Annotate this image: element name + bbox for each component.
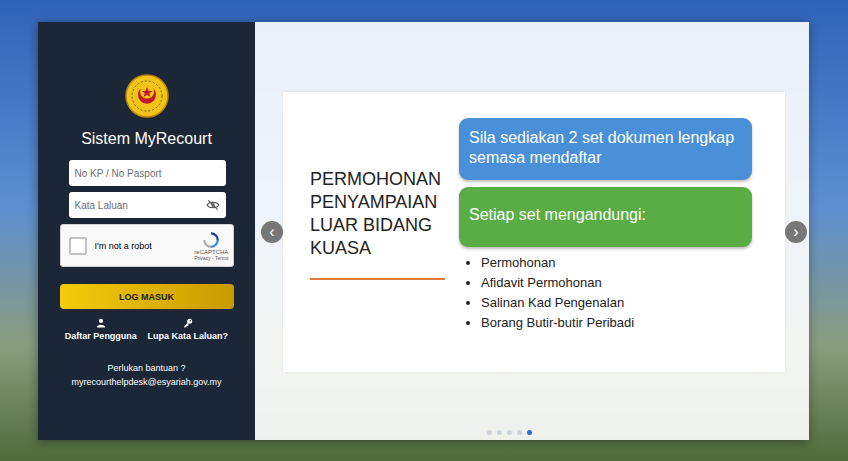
login-field[interactable] [69, 160, 226, 186]
carousel-dot[interactable] [507, 430, 512, 435]
recaptcha-icon [202, 231, 220, 249]
recaptcha-links[interactable]: Privacy - Terms [194, 255, 228, 261]
login-field[interactable] [69, 192, 226, 218]
court-logo-icon [125, 74, 169, 118]
carousel-dot[interactable] [517, 430, 522, 435]
title-underline [310, 278, 445, 280]
login-form: I'm not a robot reCAPTCHAPrivacy - Terms L… [60, 160, 234, 341]
next-button[interactable]: › [785, 221, 807, 243]
login-frame: Sistem MyRecourt I'm not a robot reCAPTCHA… [38, 22, 808, 440]
document-item: Permohonan [481, 253, 752, 273]
app-title: Sistem MyRecourt [81, 130, 212, 148]
text-input[interactable] [75, 200, 206, 211]
document-item: Borang Butir-butir Peribadi [481, 313, 752, 333]
prev-button[interactable]: ‹ [261, 221, 283, 243]
document-item: Afidavit Permohonan [481, 273, 752, 293]
recaptcha-name: reCAPTCHA [194, 249, 228, 255]
text-input[interactable] [75, 168, 220, 179]
carousel-dot[interactable] [527, 430, 532, 435]
slide-title-column: PERMOHONAN PENYAMPAIAN LUAR BIDANG KUASA [310, 118, 455, 372]
eye-slash-icon[interactable] [206, 198, 220, 212]
document-item: Salinan Kad Pengenalan [481, 293, 752, 313]
slide-title: PERMOHONAN PENYAMPAIAN LUAR BIDANG KUASA [310, 168, 455, 260]
recaptcha-box: I'm not a robot reCAPTCHAPrivacy - Terms [60, 224, 234, 267]
slide-card: PERMOHONAN PENYAMPAIAN LUAR BIDANG KUASA… [283, 92, 785, 372]
notice-box: Sila sediakan 2 set dokumen lengkap sema… [459, 118, 752, 180]
key-icon [183, 318, 193, 328]
slide-content: Sila sediakan 2 set dokumen lengkap sema… [459, 118, 752, 372]
document-list: PermohonanAfidavit PermohonanSalinan Kad… [459, 253, 752, 333]
login-link[interactable]: Lupa Kata Laluan? [148, 318, 229, 341]
carousel-dot[interactable] [497, 430, 502, 435]
carousel: ‹PERMOHONAN PENYAMPAIAN LUAR BIDANG KUAS… [255, 22, 809, 440]
carousel-dots [261, 430, 807, 435]
login-link[interactable]: Daftar Pengguna [65, 318, 137, 341]
login-page: Sistem MyRecourt I'm not a robot reCAPTCHA… [0, 0, 848, 461]
carousel-dot[interactable] [487, 430, 492, 435]
login-links: Daftar Pengguna Lupa Kata Laluan? [60, 318, 234, 341]
help-text: Perlukan bantuan ? [107, 363, 185, 373]
login-panel: Sistem MyRecourt I'm not a robot reCAPTCHA… [38, 22, 255, 440]
recaptcha-checkbox[interactable] [69, 237, 87, 255]
recaptcha-label: I'm not a robot [95, 241, 187, 251]
help-email[interactable]: myrecourthelpdesk@esyariah.gov.my [71, 377, 221, 387]
recaptcha-brand: reCAPTCHAPrivacy - Terms [194, 231, 228, 261]
link-label: Lupa Kata Laluan? [148, 331, 229, 341]
link-label: Daftar Pengguna [65, 331, 137, 341]
login-button[interactable]: LOG MASUK [60, 284, 234, 309]
carousel-row: ‹PERMOHONAN PENYAMPAIAN LUAR BIDANG KUAS… [261, 92, 807, 372]
heading-box: Setiap set mengandungi: [459, 187, 752, 247]
user-icon [96, 318, 106, 328]
